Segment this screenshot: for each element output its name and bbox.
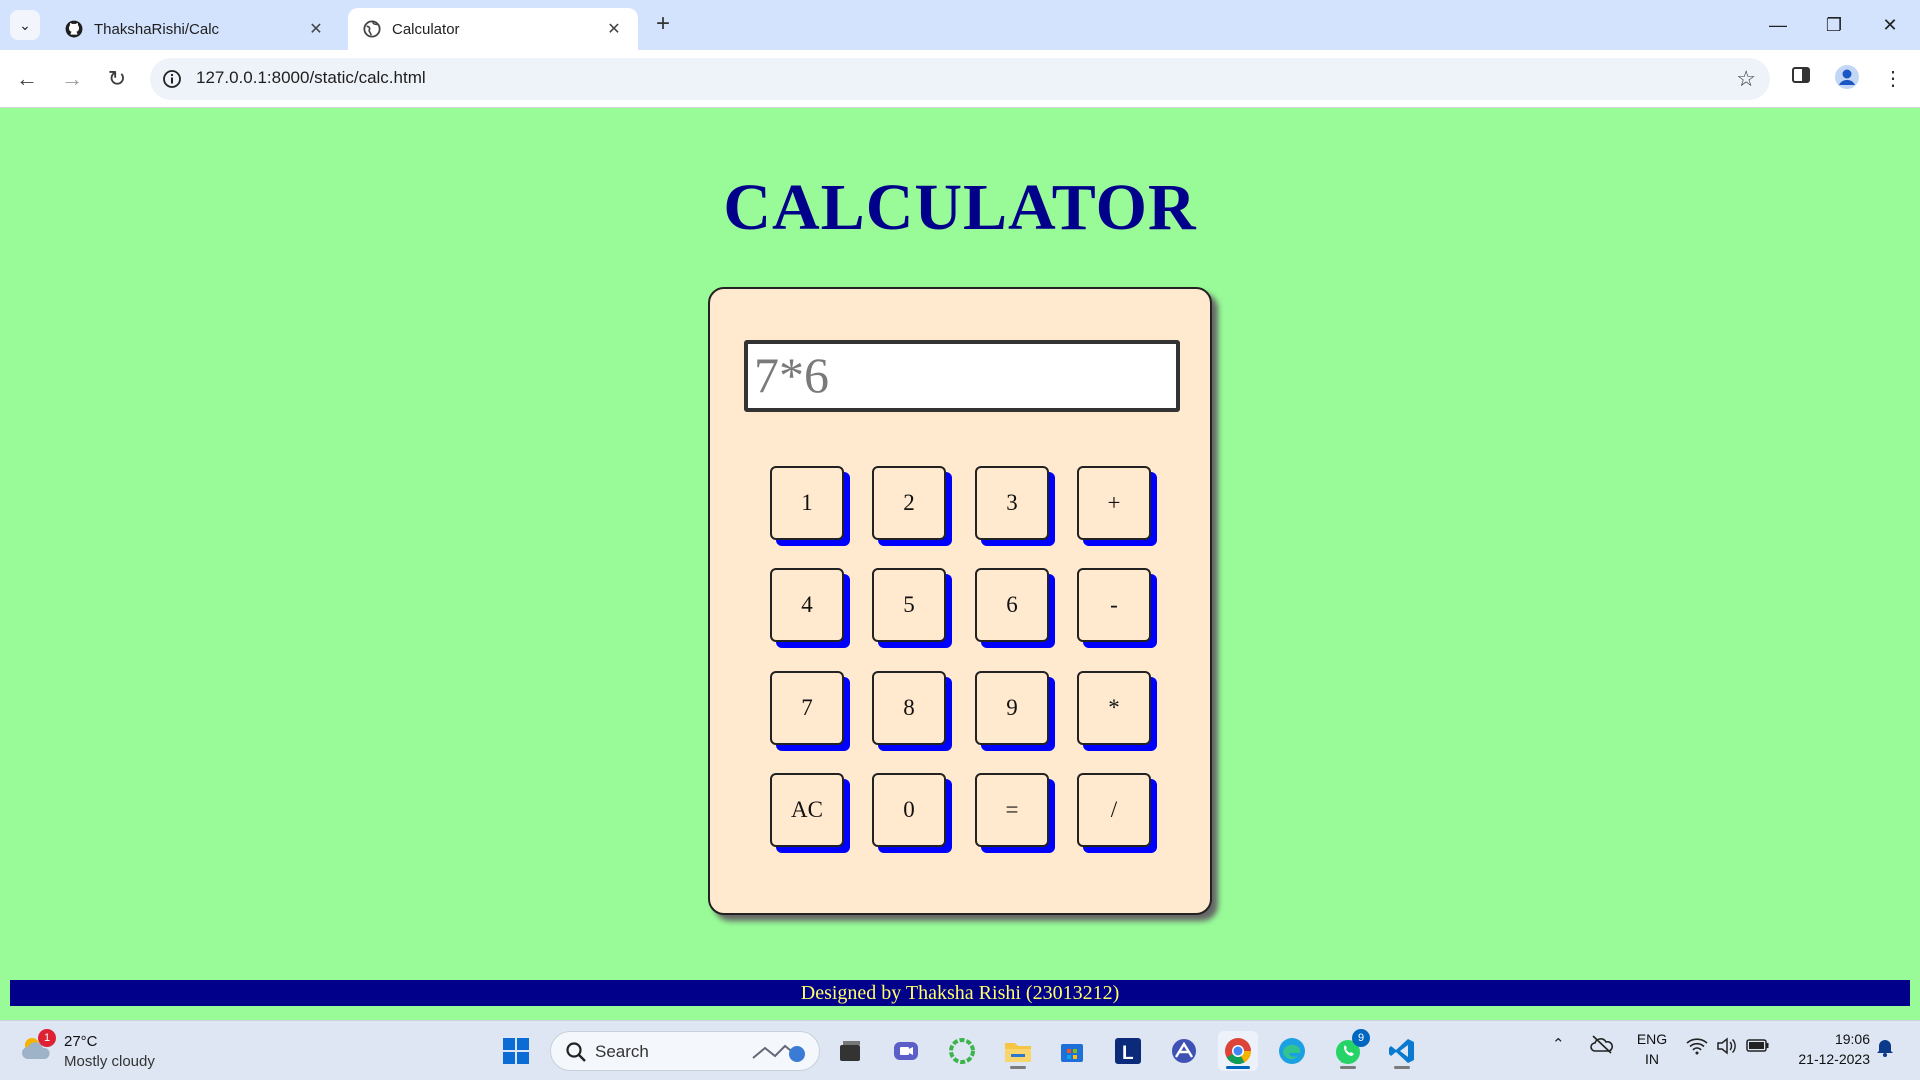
back-arrow-icon[interactable]: ← — [10, 62, 44, 96]
key-divide[interactable]: / — [1077, 773, 1151, 847]
key-6[interactable]: 6 — [975, 568, 1049, 642]
key-1[interactable]: 1 — [770, 466, 844, 540]
key-0[interactable]: 0 — [872, 773, 946, 847]
language-indicator[interactable]: ENG IN — [1632, 1029, 1672, 1069]
running-indicator — [1394, 1066, 1410, 1069]
side-panel-icon[interactable] — [1786, 64, 1816, 94]
active-indicator — [1226, 1066, 1250, 1069]
vscode-icon[interactable] — [1382, 1031, 1422, 1071]
browser-toolbar: ← → ↻ 127.0.0.1:8000/static/calc.html ☆ … — [0, 50, 1920, 108]
page-title: CALCULATOR — [723, 171, 1197, 244]
running-indicator — [1010, 1066, 1026, 1069]
onedrive-icon[interactable] — [1590, 1033, 1614, 1059]
restore-icon[interactable]: ❐ — [1814, 10, 1854, 40]
circle-app-icon[interactable] — [942, 1031, 982, 1071]
github-icon — [64, 19, 84, 39]
task-view-icon[interactable] — [830, 1031, 870, 1071]
tab-title: ThakshaRishi/Calc — [94, 20, 220, 38]
weather-badge: 1 — [38, 1029, 56, 1047]
globe-icon — [362, 19, 382, 39]
minimize-icon[interactable]: — — [1758, 10, 1798, 40]
edge-icon[interactable] — [1272, 1031, 1312, 1071]
site-info-icon[interactable] — [162, 69, 182, 89]
clock-time: 19:06 — [1834, 1031, 1870, 1047]
taskbar-search[interactable]: Search — [550, 1031, 820, 1071]
file-explorer-icon[interactable] — [998, 1031, 1038, 1071]
key-2[interactable]: 2 — [872, 466, 946, 540]
calculator-display[interactable]: 7*6 — [744, 340, 1180, 412]
weather-temp: 27°C — [64, 1033, 98, 1050]
whatsapp-icon[interactable]: 9 — [1328, 1029, 1370, 1071]
region-code: IN — [1645, 1051, 1659, 1067]
whatsapp-badge: 9 — [1352, 1029, 1370, 1047]
microsoft-store-icon[interactable] — [1052, 1031, 1092, 1071]
wifi-icon[interactable] — [1686, 1037, 1708, 1059]
language-code: ENG — [1636, 1031, 1668, 1047]
chevron-down-icon: ⌄ — [19, 16, 31, 33]
windows-start-icon[interactable] — [496, 1031, 536, 1071]
key-7[interactable]: 7 — [770, 671, 844, 745]
key-clear[interactable]: AC — [770, 773, 844, 847]
svg-text:L: L — [1122, 1043, 1134, 1064]
url-text[interactable]: 127.0.0.1:8000/static/calc.html — [196, 68, 426, 88]
tab-github[interactable]: ThakshaRishi/Calc ✕ — [50, 8, 340, 50]
clock-date: 21-12-2023 — [1798, 1051, 1870, 1067]
key-8[interactable]: 8 — [872, 671, 946, 745]
weather-condition: Mostly cloudy — [64, 1053, 155, 1070]
key-3[interactable]: 3 — [975, 466, 1049, 540]
key-equals[interactable]: = — [975, 773, 1049, 847]
battery-icon[interactable] — [1746, 1037, 1770, 1057]
profile-avatar-icon[interactable] — [1832, 64, 1862, 94]
bookmark-star-icon[interactable]: ☆ — [1736, 66, 1756, 92]
search-label: Search — [595, 1042, 649, 1061]
chrome-icon[interactable] — [1218, 1031, 1258, 1071]
key-plus[interactable]: + — [1077, 466, 1151, 540]
l-app-icon[interactable]: L — [1108, 1031, 1148, 1071]
key-multiply[interactable]: * — [1077, 671, 1151, 745]
calculator-body: 7*6 1 2 3 + 4 5 6 - 7 8 9 * AC 0 = / — [708, 287, 1212, 915]
system-clock[interactable]: 19:06 21-12-2023 — [1780, 1029, 1870, 1069]
volume-icon[interactable] — [1716, 1036, 1738, 1060]
weather-widget[interactable]: 1 27°C Mostly cloudy — [20, 1029, 180, 1073]
more-menu-icon[interactable]: ⋮ — [1878, 64, 1908, 94]
close-tab-icon[interactable]: ✕ — [306, 19, 326, 39]
close-window-icon[interactable]: ✕ — [1870, 10, 1910, 40]
search-icon — [565, 1041, 587, 1063]
show-hidden-icons[interactable]: ⌃ — [1552, 1035, 1565, 1053]
forward-arrow-icon[interactable]: → — [55, 62, 89, 96]
close-tab-icon[interactable]: ✕ — [604, 19, 624, 39]
address-bar[interactable]: 127.0.0.1:8000/static/calc.html ☆ — [150, 58, 1770, 100]
new-tab-button[interactable]: + — [650, 12, 676, 38]
notification-bell-icon[interactable] — [1876, 1037, 1894, 1061]
key-minus[interactable]: - — [1077, 568, 1151, 642]
meet-video-icon[interactable] — [886, 1031, 926, 1071]
search-highlight-icon — [751, 1040, 807, 1069]
key-9[interactable]: 9 — [975, 671, 1049, 745]
windows-taskbar: 1 27°C Mostly cloudy Search L 9 ⌃ ENG IN… — [0, 1020, 1920, 1080]
key-4[interactable]: 4 — [770, 568, 844, 642]
page-footer: Designed by Thaksha Rishi (23013212) — [10, 980, 1910, 1006]
tab-title: Calculator — [392, 20, 460, 38]
tab-search-button[interactable]: ⌄ — [10, 10, 40, 40]
browser-tab-bar: ⌄ ThakshaRishi/Calc ✕ Calculator ✕ + — ❐… — [0, 0, 1920, 50]
reload-icon[interactable]: ↻ — [100, 62, 134, 96]
running-indicator — [1340, 1066, 1356, 1069]
key-5[interactable]: 5 — [872, 568, 946, 642]
tab-calculator[interactable]: Calculator ✕ — [348, 8, 638, 50]
arc-app-icon[interactable] — [1164, 1031, 1204, 1071]
